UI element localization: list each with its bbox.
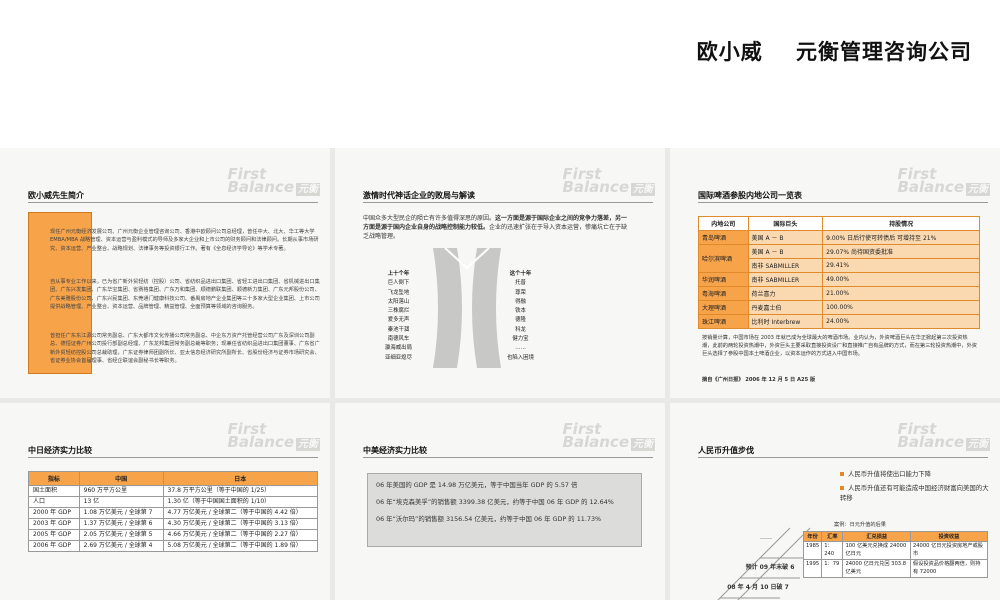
table-row: 大理啤酒 丹麦嘉士伯 100.00%: [698, 300, 980, 315]
first-balance-logo: First Balance 元衡: [562, 420, 655, 451]
note-text: 按销量计算，中国市场在 2003 年就已成为全球最大的啤酒市场。业内认为，外资啤…: [702, 335, 977, 357]
table-row: 珠江啤酒 比利时 Interbrew 24.00%: [698, 314, 980, 329]
previous-decade-list: 上十个年 巨人倒下 飞龙坠地 太阳落山 三株腐烂 爱多无声 秦池干涸 南德风车 瀛海威出局…: [385, 271, 412, 361]
slide-beer-stakes[interactable]: First Balance 元衡 国际啤酒参股内地公司一览表 内地公司 国际巨头 持…: [670, 148, 1000, 398]
first-balance-logo: First Balance 元衡: [897, 165, 990, 196]
yen-case-table: 年份 汇率 汇兑损益 投资收益 1985 1：240 100 亿美元兑换成 2400…: [802, 531, 989, 578]
table-header: 投资收益: [909, 531, 989, 542]
slide-grid: First Balance 元衡 欧小威先生简介 现任广州元衡经济发展公司、广州元衡…: [0, 148, 1000, 600]
table-row: 2000 年 GDP 1.08 万亿美元 / 全球第 7 4.77 万亿美元 / 全…: [28, 507, 319, 519]
ladder-label: 预计 09 年末破 6: [745, 564, 795, 571]
header-title: 欧小威 元衡管理咨询公司: [696, 40, 972, 64]
slide-china-japan[interactable]: First Balance 元衡 中日经济实力比较 指标 中国 日本 国土面积 960…: [0, 403, 330, 600]
title-divider: [363, 457, 653, 458]
table-row: 华润啤酒 南非 SABMILLER 49.00%: [698, 272, 980, 287]
table-header: 持股情况: [822, 216, 980, 231]
title-divider: [28, 202, 318, 203]
slide-title: 中日经济实力比较: [28, 446, 92, 455]
first-balance-logo: First Balance 元衡: [227, 420, 320, 451]
title-divider: [363, 202, 653, 203]
table-row: 2003 年 GDP 1.37 万亿美元 / 全球第 6 4.30 万亿美元 / 全…: [28, 518, 319, 530]
comparison-line: 06 年“埃克森美孚”的销售额 3399.38 亿美元，约等于中国 06 年 G…: [376, 498, 614, 506]
current-decade-list: 这个十年 托普 尊荣 得融 铁本 德隆 科龙 健力宝…… 也陷入困境: [507, 271, 534, 361]
slide-enterprise-failures[interactable]: First Balance 元衡 激情时代神话企业的败局与解读 中国众多大型民企的陨…: [335, 148, 665, 398]
table-header: 日本: [162, 471, 319, 486]
ladder-label: 08 年 4 月 10 日破 7: [727, 584, 789, 591]
bio-paragraph: 自从事专业工作以来，已为省广新外贸轻纺（控股）公司、省纺织品进出口集团、省轻工进…: [50, 279, 320, 311]
comparison-line: 06 年美国的 GDP 是 14.98 万亿美元，等于中国当年 GDP 的 5.…: [376, 481, 578, 489]
slide-title: 人民币升值步伐: [698, 446, 754, 455]
bio-paragraph: 曾担任广东东江源公司常务副总、广东大都市文化传播公司常务副总、中企东方资产托管经…: [50, 333, 320, 365]
comparison-box: 06 年美国的 GDP 是 14.98 万亿美元，等于中国当年 GDP 的 5.…: [367, 473, 642, 547]
slide-title: 国际啤酒参股内地公司一览表: [698, 191, 802, 200]
table-row: 哈尔滨啤酒 美国 A － B 29.07% 尚待国资委批准: [698, 244, 980, 273]
table-row: 2005 年 GDP 2.05 万亿美元 / 全球第 5 4.66 万亿美元 / 全…: [28, 529, 319, 541]
first-balance-logo: First Balance 元衡: [227, 165, 320, 196]
table-row: 2006 年 GDP 2.69 万亿美元 / 全球第 4 5.08 万亿美元 / 全…: [28, 540, 319, 552]
page-header: 欧小威 元衡管理咨询公司: [0, 0, 1000, 148]
table-header: 汇兑损益: [842, 531, 911, 542]
ladder-label: ……: [760, 534, 772, 541]
slide-title: 激情时代神话企业的败局与解读: [363, 191, 475, 200]
title-divider: [28, 457, 318, 458]
table-caption: 案例：日元升值的后果: [834, 522, 886, 528]
table-row: 人口 13 亿 1.30 亿（等于中国国土面积的 1/10）: [28, 496, 319, 508]
title-divider: [698, 202, 988, 203]
table-row: 粤海啤酒 荷兰喜力 21.00%: [698, 286, 980, 301]
decline-arrows-graphic: [433, 248, 501, 368]
table-header: 汇率: [821, 531, 844, 542]
table-row: 国土面积 960 万平方公里 37.8 万平方公里（等于中国的 1/25）: [28, 485, 319, 497]
table-header: 内地公司: [698, 216, 749, 231]
bio-paragraph: 现任广州元衡经济发展公司、广州元衡企业管理咨询公司、香港中欧顾问公司总经理，曾任…: [50, 229, 319, 252]
first-balance-logo: First Balance 元衡: [897, 420, 990, 451]
table-header: 指标: [28, 471, 80, 486]
table-header: 国际巨头: [747, 216, 824, 231]
bullet-item: 人民币升值将使出口能力下降: [840, 469, 990, 479]
china-japan-table: 指标 中国 日本 国土面积 960 万平方公里 37.8 万平方公里（等于中国的 1…: [28, 471, 319, 552]
beer-table: 内地公司 国际巨头 持股情况 青岛啤酒 美国 A － B 9.00% 日后行使可转债…: [698, 216, 980, 329]
table-row: 青岛啤酒 美国 A － B 9.00% 日后行使可转债后 可增持至 21%: [698, 230, 980, 245]
first-balance-logo: First Balance 元衡: [562, 165, 655, 196]
slide-china-us[interactable]: First Balance 元衡 中美经济实力比较 06 年美国的 GDP 是 14…: [335, 403, 665, 600]
slide-title: 欧小威先生简介: [28, 191, 84, 200]
title-divider: [698, 457, 988, 458]
table-header: 年份: [802, 531, 823, 542]
slide-bio[interactable]: First Balance 元衡 欧小威先生简介 现任广州元衡经济发展公司、广州元衡…: [0, 148, 330, 398]
source-text: 摘自《广州日报》 2006 年 12 月 5 日 A25 版: [702, 377, 816, 383]
table-row: 1995 1：79 24000 亿日元兑回 303.8 亿美元 假设投资品价格翻两倍，…: [802, 559, 989, 578]
table-row: 1985 1：240 100 亿美元兑换成 24000 亿日元 24000 亿日元投资…: [802, 541, 989, 560]
comparison-line: 06 年“沃尔玛”的销售额 3156.54 亿美元，约等于中国 06 年 GDP…: [376, 515, 602, 523]
intro-text: 中国众多大型民企的陨亡有许多值得深思的原因。这一方面是源于国际企业之间的竞争力落…: [363, 215, 628, 240]
table-header: 中国: [78, 471, 164, 486]
slide-rmb-appreciation[interactable]: First Balance 元衡 人民币升值步伐 人民币升值将使出口能力下降 人民币…: [670, 403, 1000, 600]
slide-title: 中美经济实力比较: [363, 446, 427, 455]
